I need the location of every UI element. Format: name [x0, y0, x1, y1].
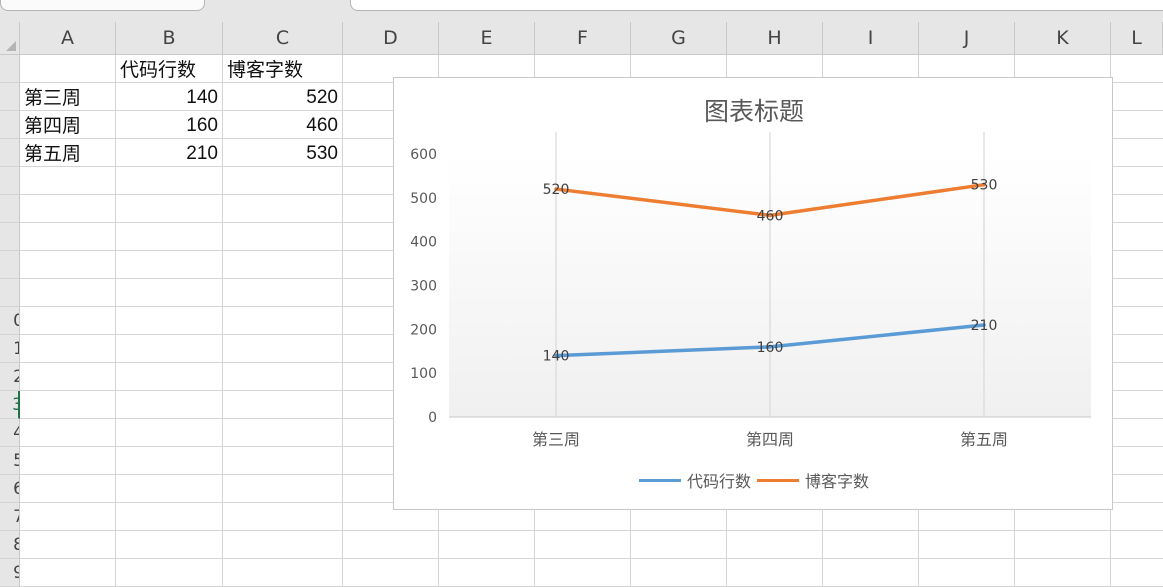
y-tick-label: 100: [410, 366, 437, 382]
row-header-label: 7: [13, 507, 19, 527]
data-label: 520: [543, 182, 570, 198]
row-header-15[interactable]: 5: [0, 447, 20, 475]
cell-a3[interactable]: 第四周: [20, 112, 115, 140]
toolbar-strip: [0, 0, 1163, 22]
column-header-k[interactable]: K: [1015, 22, 1111, 55]
column-header-i[interactable]: I: [823, 22, 919, 55]
gridline-h: [20, 558, 1163, 559]
cell-c3[interactable]: 460: [223, 112, 342, 140]
data-label: 530: [971, 178, 998, 194]
legend-label-series-2: 博客字数: [805, 472, 870, 491]
row-header-4[interactable]: [0, 139, 20, 167]
formula-bar[interactable]: [350, 0, 1163, 11]
column-header-d[interactable]: D: [343, 22, 439, 55]
row-header-10[interactable]: 0: [0, 307, 20, 335]
column-header-a[interactable]: A: [20, 22, 116, 55]
column-header-h[interactable]: H: [727, 22, 823, 55]
column-header-e[interactable]: E: [439, 22, 535, 55]
cell-c2[interactable]: 520: [223, 84, 342, 112]
data-label: 140: [543, 349, 570, 365]
column-header-b[interactable]: B: [116, 22, 223, 55]
data-label: 160: [757, 340, 784, 356]
cell-a4[interactable]: 第五周: [20, 140, 115, 168]
data-label: 210: [971, 318, 998, 334]
x-tick-label: 第四周: [746, 430, 794, 449]
x-tick-label: 第五周: [960, 430, 1008, 449]
row-header-2[interactable]: [0, 83, 20, 111]
legend-item-series-2: 博客字数: [757, 468, 869, 492]
row-header-12[interactable]: 2: [0, 363, 20, 391]
row-header-label: 4: [13, 423, 19, 443]
legend-item-series-1: 代码行数: [638, 468, 751, 492]
column-header-f[interactable]: F: [535, 22, 631, 55]
y-tick-label: 600: [410, 147, 437, 163]
cell-c1[interactable]: 博客字数: [223, 56, 342, 84]
column-header-j[interactable]: J: [919, 22, 1015, 55]
y-tick-label: 0: [428, 410, 437, 426]
row-header-label: 2: [13, 367, 19, 387]
name-box[interactable]: [0, 0, 205, 11]
row-header-16[interactable]: 6: [0, 475, 20, 503]
row-header-label: 9: [13, 563, 19, 583]
y-tick-label: 400: [410, 235, 437, 251]
row-header-17[interactable]: 7: [0, 503, 20, 531]
gridline-h: [20, 530, 1163, 531]
row-header-18[interactable]: 8: [0, 531, 20, 559]
cell-b4[interactable]: 210: [116, 140, 222, 168]
row-header-label: 0: [13, 311, 19, 331]
chart-legend[interactable]: 代码行数 博客字数: [394, 468, 1114, 492]
cell-b1[interactable]: 代码行数: [116, 56, 222, 84]
row-header-5[interactable]: [0, 167, 20, 195]
cell-b2[interactable]: 140: [116, 84, 222, 112]
y-tick-label: 300: [410, 279, 437, 295]
chart-plot-svg: 0 100 200 300 400 500 600 第三周 第四周 第五周 140 160 210 520…: [410, 132, 1091, 449]
gridline-v: [342, 55, 343, 586]
row-header-label: 6: [13, 479, 19, 499]
row-header-label: 5: [13, 451, 19, 471]
y-tick-label: 500: [410, 191, 437, 207]
column-header-l[interactable]: L: [1111, 22, 1163, 55]
row-header-11[interactable]: 1: [0, 335, 20, 363]
row-header-8[interactable]: [0, 251, 20, 279]
row-header-label: 1: [13, 339, 19, 359]
cell-b3[interactable]: 160: [116, 112, 222, 140]
row-header-3[interactable]: [0, 111, 20, 139]
row-header-label: 8: [13, 535, 19, 555]
line-chart[interactable]: 图表标题 0 100 200 300 400 500 600 第三周 第四周 第五周 140 160 2…: [393, 77, 1113, 510]
cell-c4[interactable]: 530: [223, 140, 342, 168]
row-header-7[interactable]: [0, 223, 20, 251]
row-header-13[interactable]: 3: [0, 391, 20, 419]
select-all-corner[interactable]: [0, 22, 20, 55]
legend-label-series-1: 代码行数: [686, 472, 751, 491]
row-header-label: 3: [12, 395, 18, 415]
column-header-g[interactable]: G: [631, 22, 727, 55]
row-header-9[interactable]: [0, 279, 20, 307]
cell-a2[interactable]: 第三周: [20, 84, 115, 112]
y-tick-label: 200: [410, 322, 437, 338]
row-header-14[interactable]: 4: [0, 419, 20, 447]
row-header-19[interactable]: 9: [0, 559, 20, 587]
row-header-6[interactable]: [0, 195, 20, 223]
legend-swatch-series-2: [757, 478, 799, 482]
legend-swatch-series-1: [638, 478, 681, 482]
column-header-c[interactable]: C: [223, 22, 343, 55]
row-header-1[interactable]: [0, 55, 20, 83]
data-label: 460: [757, 208, 784, 224]
x-tick-label: 第三周: [532, 430, 580, 449]
